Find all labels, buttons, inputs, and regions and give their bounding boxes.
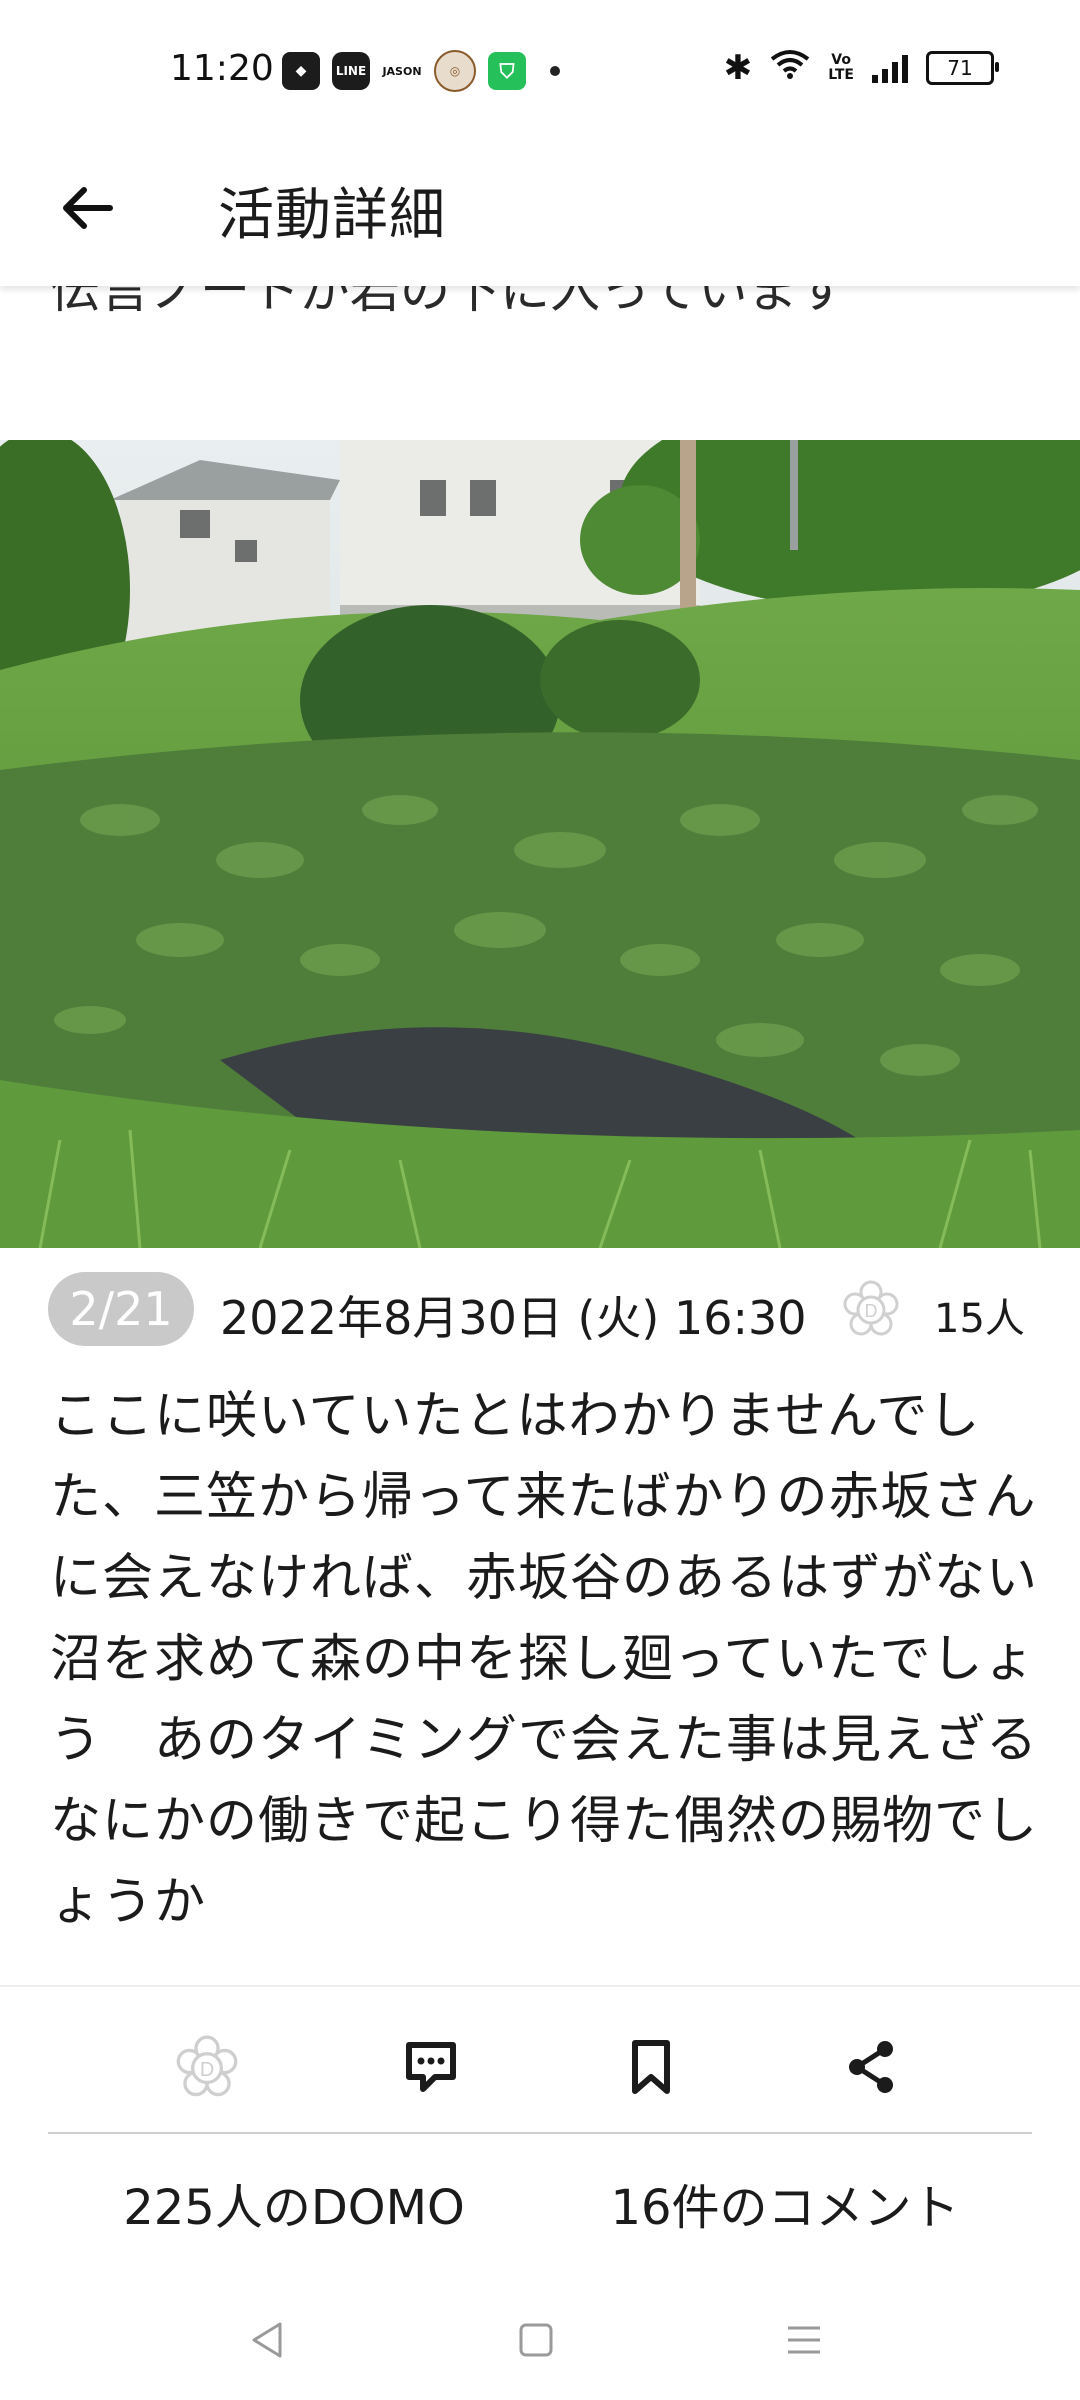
line-app-icon: LINE [332, 52, 370, 90]
back-button[interactable] [46, 168, 126, 248]
nav-back-button[interactable] [236, 2308, 300, 2372]
battery-icon: 71 [926, 51, 999, 85]
svg-text:D: D [200, 2059, 214, 2081]
volte-icon: Vo LTE [828, 52, 854, 83]
comment-total-link[interactable]: 16件のコメント [540, 2168, 1030, 2238]
notification-app-icon: ◆ [282, 52, 320, 90]
menu-lines-icon [788, 2326, 820, 2354]
system-navigation-bar [0, 2280, 1080, 2400]
triangle-back-icon [252, 2322, 282, 2358]
activity-photo[interactable] [0, 440, 1080, 1248]
bookmark-button[interactable] [616, 2032, 686, 2102]
arrow-left-icon [63, 187, 113, 229]
photo-page-indicator: 2/21 [48, 1272, 194, 1346]
nav-menu-button[interactable] [772, 2308, 836, 2372]
domo-count-small: 15人 [934, 1296, 1025, 1342]
more-notifications-dot-icon [550, 66, 560, 76]
domo-flower-icon[interactable]: D [842, 1280, 900, 1338]
action-divider [48, 2132, 1032, 2134]
page-title: 活動詳細 [218, 183, 446, 248]
bookmark-icon [632, 2040, 670, 2094]
app-header: 活動詳細 [0, 140, 1080, 286]
post-body-text: ここに咲いていたとはわかりませんでした、三笠から帰って来たばかりの赤坂さんに会え… [50, 1387, 1039, 1932]
jason-app-icon: JASON [382, 64, 422, 78]
share-button[interactable] [836, 2032, 906, 2102]
comment-icon [406, 2042, 456, 2092]
domo-flower-icon: D [176, 2035, 238, 2097]
stamp-app-icon: ◎ [434, 50, 476, 92]
action-bar: D [0, 1985, 1080, 2147]
battery-level: 71 [947, 56, 973, 80]
share-icon [849, 2041, 893, 2093]
system-indicators: ✱ Vo LTE 71 [723, 48, 999, 88]
shield-app-icon: ⛉ [488, 52, 526, 90]
bluetooth-icon: ✱ [723, 48, 753, 88]
wifi-icon [770, 49, 810, 87]
comment-button[interactable] [396, 2032, 466, 2102]
square-home-icon [519, 2323, 553, 2357]
svg-text:D: D [865, 1301, 878, 1321]
post-meta-row: 2/21 2022年8月30日 (火) 16:30 D 15人 [0, 1270, 1080, 1354]
domo-total-link[interactable]: 225人のDOMO [0, 2168, 588, 2238]
status-time: 11:20 [170, 48, 274, 89]
signal-strength-icon [872, 53, 908, 83]
nav-home-button[interactable] [504, 2308, 568, 2372]
post-datetime: 2022年8月30日 (火) 16:30 [220, 1291, 807, 1345]
status-bar: 11:20 ◆ LINE JASON ◎ ⛉ ✱ Vo LTE 71 [0, 0, 1080, 140]
notification-icons: ◆ LINE JASON ◎ ⛉ [282, 50, 560, 92]
domo-button[interactable]: D [172, 2032, 242, 2102]
